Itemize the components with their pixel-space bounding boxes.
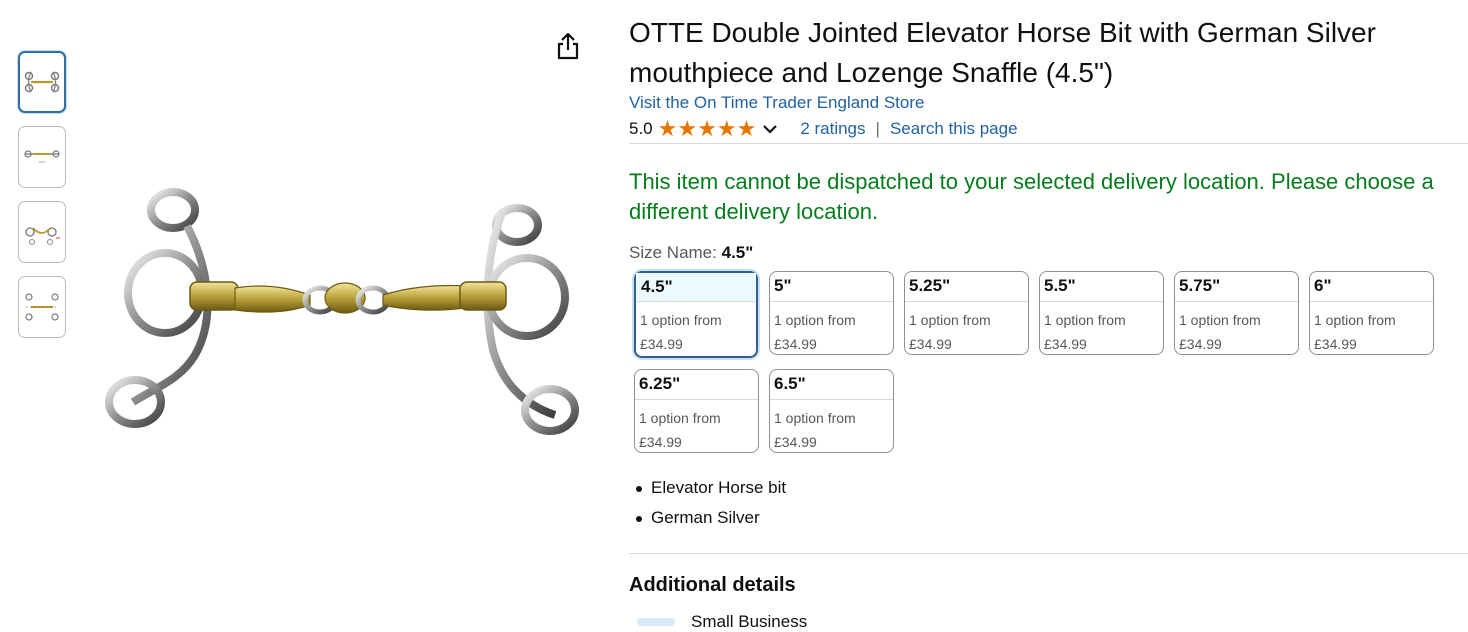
delivery-warning: This item cannot be dispatched to your s… <box>629 169 1434 224</box>
share-button[interactable] <box>554 31 582 61</box>
size-option-5-5[interactable]: 5.5" 1 option from £34.99 <box>1039 271 1164 355</box>
divider <box>629 143 1468 144</box>
ratings-count-link[interactable]: 2 ratings <box>800 119 865 139</box>
feature-bullet: Elevator Horse bit <box>636 473 786 503</box>
small-business-label: Small Business <box>691 612 808 631</box>
size-option-name: 4.5" <box>636 273 756 302</box>
size-option-subtext: 1 option from <box>639 410 721 426</box>
size-option-6-25[interactable]: 6.25" 1 option from £34.99 <box>634 369 759 453</box>
product-title: OTTE Double Jointed Elevator Horse Bit w… <box>629 17 1376 88</box>
rating-row: 5.0 ★ ★ ★ ★ ★ 2 ratings | Search this page <box>629 117 1018 141</box>
size-option-price: £34.99 <box>1044 336 1087 352</box>
size-option-subtext: 1 option from <box>909 312 991 328</box>
star-icon: ★ <box>716 116 737 141</box>
size-label-text: Size Name: <box>629 243 717 262</box>
size-selected-value: 4.5" <box>721 243 754 262</box>
product-thumbnail-image <box>25 293 59 321</box>
search-page-link[interactable]: Search this page <box>890 119 1018 139</box>
size-option-name: 6" <box>1310 272 1433 302</box>
star-rating[interactable]: ★ ★ ★ ★ ★ <box>658 118 757 140</box>
share-icon <box>557 32 579 60</box>
additional-details-heading: Additional details <box>629 574 796 596</box>
thumbnail-4[interactable] <box>18 276 66 338</box>
size-option-price: £34.99 <box>639 434 682 450</box>
star-icon: ★ <box>736 116 757 141</box>
rating-value: 5.0 <box>629 119 653 138</box>
horse-bit-image <box>105 188 579 435</box>
size-option-name: 6.25" <box>635 370 758 400</box>
feature-bullet: German Silver <box>636 503 786 533</box>
size-option-name: 5.5" <box>1040 272 1163 302</box>
size-option-price: £34.99 <box>1314 336 1357 352</box>
size-option-6[interactable]: 6" 1 option from £34.99 <box>1309 271 1434 355</box>
size-option-5-75[interactable]: 5.75" 1 option from £34.99 <box>1174 271 1299 355</box>
size-option-subtext: 1 option from <box>1179 312 1261 328</box>
chevron-down-icon[interactable] <box>762 123 778 135</box>
size-option-price: £34.99 <box>774 336 817 352</box>
thumbnail-2[interactable] <box>18 126 66 188</box>
product-thumbnail-image <box>24 150 60 163</box>
product-thumbnail-image <box>25 227 60 245</box>
feature-bullets: Elevator Horse bit German Silver <box>636 473 786 533</box>
size-option-name: 5.25" <box>905 272 1028 302</box>
size-option-5-25[interactable]: 5.25" 1 option from £34.99 <box>904 271 1029 355</box>
size-option-name: 6.5" <box>770 370 893 400</box>
product-thumbnail-image <box>24 71 60 93</box>
separator: | <box>875 119 880 138</box>
size-option-name: 5.75" <box>1175 272 1298 302</box>
size-option-price: £34.99 <box>774 434 817 450</box>
size-option-5[interactable]: 5" 1 option from £34.99 <box>769 271 894 355</box>
thumbnail-3[interactable] <box>18 201 66 263</box>
size-option-subtext: 1 option from <box>774 312 856 328</box>
star-icon: ★ <box>697 116 717 141</box>
size-label: Size Name: 4.5" <box>629 243 753 263</box>
small-business-icon <box>637 618 675 626</box>
main-product-image[interactable] <box>95 180 590 455</box>
size-option-price: £34.99 <box>1179 336 1222 352</box>
store-link[interactable]: Visit the On Time Trader England Store <box>629 93 924 113</box>
size-option-price: £34.99 <box>640 336 683 352</box>
size-option-4-5[interactable]: 4.5" 1 option from £34.99 <box>634 271 758 358</box>
divider <box>629 553 1468 554</box>
size-option-subtext: 1 option from <box>1314 312 1396 328</box>
size-option-6-5[interactable]: 6.5" 1 option from £34.99 <box>769 369 894 453</box>
size-option-subtext: 1 option from <box>640 312 722 328</box>
thumbnail-1[interactable] <box>18 51 66 113</box>
size-option-price: £34.99 <box>909 336 952 352</box>
star-icon: ★ <box>657 116 678 141</box>
star-icon: ★ <box>677 116 698 141</box>
size-option-subtext: 1 option from <box>774 410 856 426</box>
size-option-subtext: 1 option from <box>1044 312 1126 328</box>
size-option-name: 5" <box>770 272 893 302</box>
